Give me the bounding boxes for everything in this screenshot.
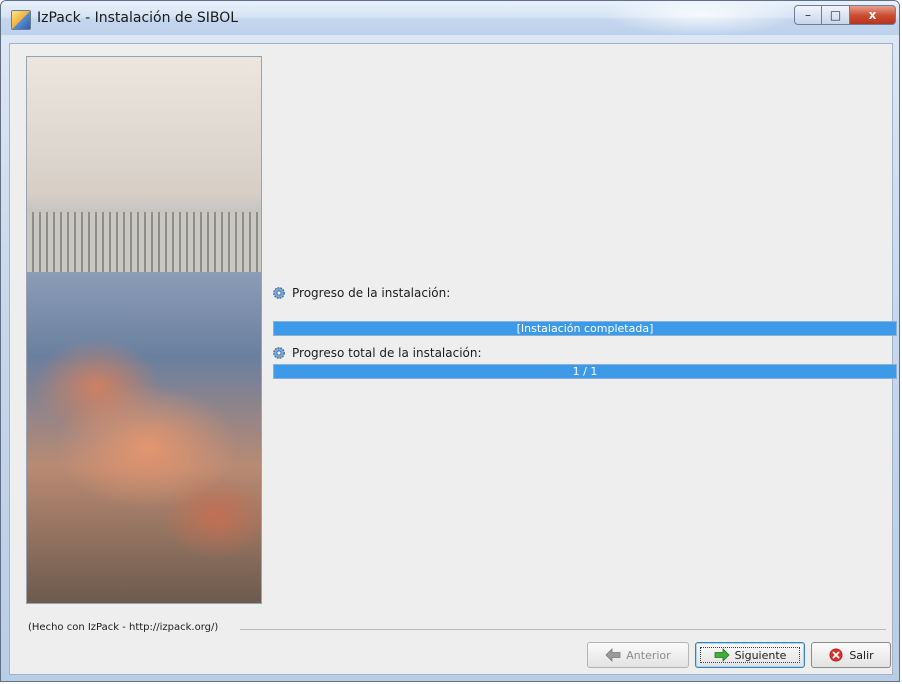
installer-content: Progreso de la instalación: [Instalación…	[9, 43, 897, 675]
close-button[interactable]: x	[850, 5, 896, 25]
minimize-icon: –	[805, 8, 811, 22]
installer-window: IzPack - Instalación de SIBOL – □ x Prog…	[0, 0, 900, 682]
total-progress-text: 1 / 1	[572, 365, 598, 378]
window-title: IzPack - Instalación de SIBOL	[37, 10, 239, 26]
title-bar-decoration	[601, 1, 801, 35]
total-progress-label: Progreso total de la instalación:	[292, 346, 482, 360]
arrow-left-icon	[605, 648, 621, 662]
install-progress-bar: [Instalación completada]	[273, 321, 897, 336]
install-progress-label-row: Progreso de la instalación:	[272, 286, 450, 300]
minimize-button[interactable]: –	[794, 5, 822, 25]
maximize-button[interactable]: □	[822, 5, 850, 25]
install-progress-label: Progreso de la instalación:	[292, 286, 451, 300]
side-image	[26, 56, 262, 604]
total-progress-label-row: Progreso total de la instalación:	[272, 346, 482, 360]
izpack-app-icon	[11, 10, 31, 30]
previous-button[interactable]: Anterior	[587, 642, 689, 668]
credit-separator	[240, 629, 886, 630]
total-progress-bar: 1 / 1	[273, 364, 897, 379]
exit-button[interactable]: Salir	[811, 642, 891, 668]
arrow-right-icon	[714, 648, 730, 662]
maximize-icon: □	[829, 8, 842, 22]
title-bar[interactable]: IzPack - Instalación de SIBOL – □ x	[1, 1, 899, 35]
install-progress-text: [Instalación completada]	[516, 322, 654, 335]
cancel-x-icon	[829, 648, 843, 662]
next-button[interactable]: Siguiente	[695, 642, 805, 668]
previous-button-label: Anterior	[626, 648, 671, 662]
gear-icon	[273, 347, 285, 359]
close-icon: x	[868, 8, 877, 22]
gear-icon	[273, 287, 285, 299]
exit-button-label: Salir	[849, 648, 874, 662]
izpack-credit: (Hecho con IzPack - http://izpack.org/)	[28, 622, 225, 633]
next-button-label: Siguiente	[734, 648, 787, 662]
